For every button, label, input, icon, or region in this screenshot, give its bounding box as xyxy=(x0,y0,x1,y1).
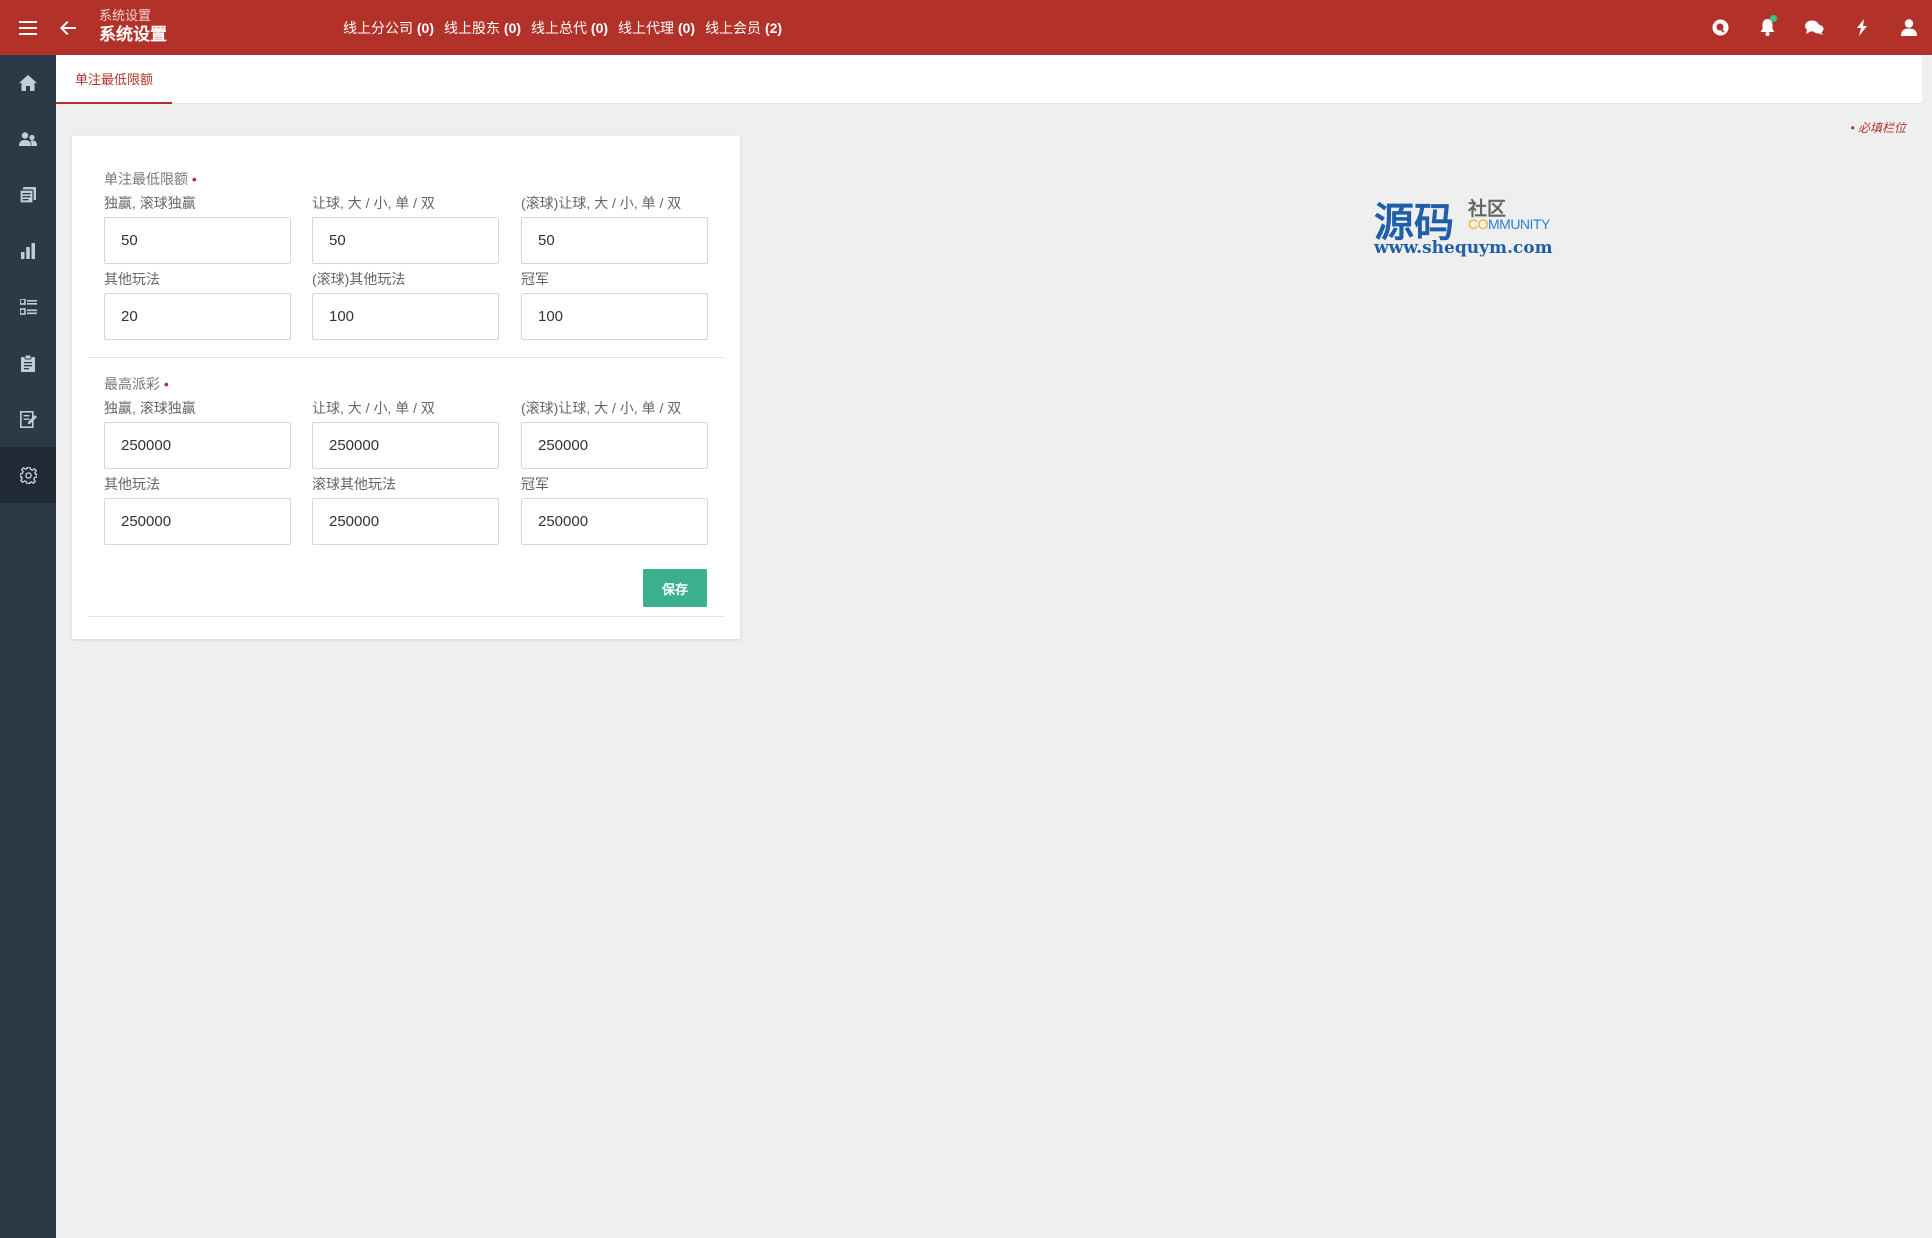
users-icon xyxy=(19,131,37,146)
field-label: (滚球)其他玩法 xyxy=(312,271,406,287)
sidebar-item-clipboard[interactable] xyxy=(0,335,56,391)
field-label: (滚球)让球, 大 / 小, 单 / 双 xyxy=(521,400,682,416)
field-label: 独赢, 滚球独赢 xyxy=(104,195,196,211)
min-bet-champion-input[interactable] xyxy=(521,293,708,340)
field-label: 让球, 大 / 小, 单 / 双 xyxy=(312,195,435,211)
field-label: 冠军 xyxy=(521,476,549,492)
sidebar-item-documents[interactable] xyxy=(0,167,56,223)
sidebar-item-report-edit[interactable] xyxy=(0,391,56,447)
online-general-agent-link[interactable]: 线上总代 (0) xyxy=(531,18,608,38)
sidebar-item-list[interactable] xyxy=(0,279,56,335)
watermark-url: www.shequym.com xyxy=(1374,238,1553,258)
max-payout-win-input[interactable] xyxy=(104,422,291,469)
tab-min-bet[interactable]: 单注最低限额 xyxy=(56,55,172,104)
chart-icon xyxy=(21,243,35,259)
divider xyxy=(88,357,724,358)
field-label: (滚球)让球, 大 / 小, 单 / 双 xyxy=(521,195,682,211)
back-arrow-icon[interactable] xyxy=(48,0,88,55)
settings-form-card: 单注最低限额 • 独赢, 滚球独赢 让球, 大 / 小, 单 / 双 (滚球)让… xyxy=(72,136,740,639)
sidebar xyxy=(0,55,56,1238)
online-agent-link[interactable]: 线上代理 (0) xyxy=(618,18,695,38)
field-label: 滚球其他玩法 xyxy=(312,476,396,492)
notification-dot xyxy=(1770,15,1777,22)
bell-icon[interactable] xyxy=(1744,0,1791,55)
search-icon[interactable] xyxy=(1697,0,1744,55)
online-branch-link[interactable]: 线上分公司 (0) xyxy=(343,18,434,38)
save-button[interactable]: 保存 xyxy=(643,569,707,607)
right-edge xyxy=(1922,55,1932,1238)
min-bet-other-input[interactable] xyxy=(104,293,291,340)
tab-bar: 单注最低限额 xyxy=(56,55,1922,104)
field-label: 其他玩法 xyxy=(104,271,160,287)
header-actions xyxy=(1697,0,1932,55)
documents-icon xyxy=(20,187,36,203)
sidebar-item-home[interactable] xyxy=(0,55,56,111)
home-icon xyxy=(19,75,37,91)
page-title-block: 系统设置 系统设置 xyxy=(99,8,167,46)
max-payout-other-input[interactable] xyxy=(104,498,291,545)
menu-icon[interactable] xyxy=(8,0,48,55)
user-icon[interactable] xyxy=(1885,0,1932,55)
watermark-community: COMMUNITY xyxy=(1468,216,1550,232)
online-shareholder-link[interactable]: 线上股东 (0) xyxy=(444,18,521,38)
sidebar-item-users[interactable] xyxy=(0,111,56,167)
top-bar: 系统设置 系统设置 线上分公司 (0) 线上股东 (0) 线上总代 (0) 线上… xyxy=(0,0,1932,55)
max-payout-champion-input[interactable] xyxy=(521,498,708,545)
required-note: • 必填栏位 xyxy=(1850,121,1906,135)
lightning-icon[interactable] xyxy=(1838,0,1885,55)
chat-icon[interactable] xyxy=(1791,0,1838,55)
report-edit-icon xyxy=(19,410,37,428)
sidebar-item-settings[interactable] xyxy=(0,447,56,503)
field-label: 让球, 大 / 小, 单 / 双 xyxy=(312,400,435,416)
sidebar-item-reports[interactable] xyxy=(0,223,56,279)
field-label: 冠军 xyxy=(521,271,549,287)
clipboard-icon xyxy=(21,354,35,372)
max-payout-live-other-input[interactable] xyxy=(312,498,499,545)
min-bet-win-input[interactable] xyxy=(104,217,291,264)
online-member-link[interactable]: 线上会员 (2) xyxy=(705,18,782,38)
field-label: 其他玩法 xyxy=(104,476,160,492)
max-payout-handicap-input[interactable] xyxy=(312,422,499,469)
section-title-max-payout: 最高派彩 • xyxy=(104,376,169,392)
max-payout-live-handicap-input[interactable] xyxy=(521,422,708,469)
min-bet-handicap-input[interactable] xyxy=(312,217,499,264)
min-bet-live-handicap-input[interactable] xyxy=(521,217,708,264)
list-icon xyxy=(19,299,37,315)
min-bet-live-other-input[interactable] xyxy=(312,293,499,340)
gear-icon xyxy=(19,466,37,484)
section-title-min-bet: 单注最低限额 • xyxy=(104,171,197,187)
page-title: 系统设置 xyxy=(99,25,167,44)
field-label: 独赢, 滚球独赢 xyxy=(104,400,196,416)
watermark-logo: 源码 社区 COMMUNITY www.shequym.com xyxy=(1372,190,1572,260)
breadcrumb: 系统设置 xyxy=(99,8,152,23)
online-counts: 线上分公司 (0) 线上股东 (0) 线上总代 (0) 线上代理 (0) 线上会… xyxy=(343,0,782,55)
divider xyxy=(88,616,724,617)
